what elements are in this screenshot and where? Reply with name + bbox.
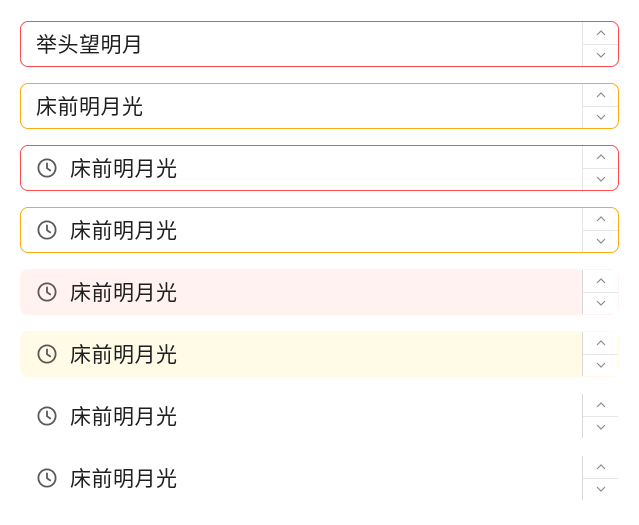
increment-button[interactable] <box>583 270 618 293</box>
chevron-down-icon <box>596 362 605 369</box>
increment-button[interactable] <box>583 146 618 169</box>
clock-icon <box>37 282 57 302</box>
stepper-handler <box>582 270 618 314</box>
chevron-down-icon <box>596 300 605 307</box>
stepper-handler <box>582 22 618 66</box>
number-input-field[interactable]: 床前明月光 <box>21 208 582 252</box>
chevron-up-icon <box>596 153 605 160</box>
number-input-filled-warning[interactable]: 床前明月光 <box>20 331 619 377</box>
number-input-borderless-error[interactable]: 床前明月光 <box>20 393 619 439</box>
number-input-value[interactable]: 床前明月光 <box>36 91 144 121</box>
decrement-button[interactable] <box>583 169 618 191</box>
number-input-value[interactable]: 床前明月光 <box>70 463 178 493</box>
number-input-field[interactable]: 床前明月光 <box>21 84 582 128</box>
number-input-outlined-warning-prefix[interactable]: 床前明月光 <box>20 207 619 253</box>
number-input-value[interactable]: 床前明月光 <box>70 339 178 369</box>
stepper-handler <box>582 84 618 128</box>
number-input-value[interactable]: 床前明月光 <box>70 153 178 183</box>
stepper-handler <box>582 146 618 190</box>
clock-icon <box>37 344 57 364</box>
increment-button[interactable] <box>583 208 618 231</box>
increment-button[interactable] <box>583 456 618 479</box>
number-input-field[interactable]: 床前明月光 <box>21 270 582 314</box>
chevron-up-icon <box>596 401 605 408</box>
decrement-button[interactable] <box>583 231 618 253</box>
chevron-down-icon <box>596 176 605 183</box>
chevron-up-icon <box>596 91 605 98</box>
number-input-filled-error[interactable]: 床前明月光 <box>20 269 619 315</box>
chevron-down-icon <box>596 52 605 59</box>
increment-button[interactable] <box>583 22 618 45</box>
number-input-borderless-warning[interactable]: 床前明月光 <box>20 455 619 501</box>
clock-icon <box>37 468 57 488</box>
number-input-value[interactable]: 床前明月光 <box>70 277 178 307</box>
decrement-button[interactable] <box>583 293 618 315</box>
number-input-value[interactable]: 床前明月光 <box>70 401 178 431</box>
chevron-up-icon <box>596 29 605 36</box>
increment-button[interactable] <box>583 394 618 417</box>
chevron-up-icon <box>596 339 605 346</box>
number-input-outlined-warning[interactable]: 床前明月光 <box>20 83 619 129</box>
decrement-button[interactable] <box>583 45 618 67</box>
stepper-handler <box>582 394 618 438</box>
clock-icon <box>37 158 57 178</box>
chevron-up-icon <box>596 277 605 284</box>
increment-button[interactable] <box>583 332 618 355</box>
increment-button[interactable] <box>583 84 618 107</box>
stepper-handler <box>582 332 618 376</box>
decrement-button[interactable] <box>583 107 618 129</box>
number-input-outlined-error[interactable]: 举头望明月 <box>20 21 619 67</box>
input-number-stack: 举头望明月 床前明月光 床前明月光 床前明月光 床前明月光 床前明月光 床前明月… <box>20 21 619 501</box>
number-input-field[interactable]: 举头望明月 <box>21 22 582 66</box>
clock-icon <box>37 220 57 240</box>
stepper-handler <box>582 456 618 500</box>
chevron-up-icon <box>596 463 605 470</box>
stepper-handler <box>582 208 618 252</box>
number-input-field[interactable]: 床前明月光 <box>21 394 582 438</box>
chevron-down-icon <box>596 486 605 493</box>
number-input-value[interactable]: 床前明月光 <box>70 215 178 245</box>
number-input-field[interactable]: 床前明月光 <box>21 456 582 500</box>
chevron-down-icon <box>596 238 605 245</box>
decrement-button[interactable] <box>583 355 618 377</box>
decrement-button[interactable] <box>583 479 618 501</box>
number-input-outlined-error-prefix[interactable]: 床前明月光 <box>20 145 619 191</box>
decrement-button[interactable] <box>583 417 618 439</box>
number-input-field[interactable]: 床前明月光 <box>21 332 582 376</box>
number-input-field[interactable]: 床前明月光 <box>21 146 582 190</box>
number-input-value[interactable]: 举头望明月 <box>36 29 144 59</box>
chevron-down-icon <box>596 114 605 121</box>
chevron-up-icon <box>596 215 605 222</box>
chevron-down-icon <box>596 424 605 431</box>
clock-icon <box>37 406 57 426</box>
